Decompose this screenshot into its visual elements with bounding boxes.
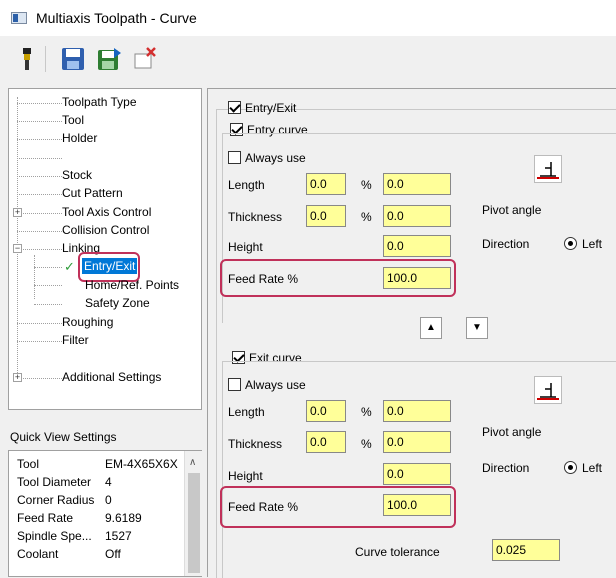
curve-tolerance-input[interactable]: 0.025 (492, 539, 560, 561)
tree-item-holder[interactable]: Holder (62, 131, 97, 145)
title-bar: Multiaxis Toolpath - Curve (0, 0, 616, 36)
entry-pivot-icon[interactable] (534, 155, 562, 183)
qv-value: 4 (105, 475, 112, 489)
tree-item-filter[interactable]: Filter (62, 333, 89, 347)
exit-length-input[interactable]: 0.0 (306, 400, 346, 422)
window-title: Multiaxis Toolpath - Curve (36, 10, 197, 26)
qv-label: Tool (17, 457, 40, 471)
window-icon (11, 12, 27, 24)
percent-label: % (361, 437, 372, 451)
exit-pivot-angle-label: Pivot angle (482, 425, 542, 439)
entry-always-use-label: Always use (245, 151, 306, 165)
exit-always-use-label: Always use (245, 378, 306, 392)
tree-item-home-ref-points[interactable]: Home/Ref. Points (85, 278, 179, 292)
toolbar-separator (45, 46, 46, 72)
exit-length-pct-input[interactable]: 0.0 (383, 400, 451, 422)
save-export-icon[interactable] (96, 46, 122, 72)
tree-item-safety-zone[interactable]: Safety Zone (85, 296, 150, 310)
qv-value: Off (105, 547, 121, 561)
entry-left-label: Left (582, 237, 603, 251)
exit-direction-label: Direction (482, 461, 530, 475)
entry-length-pct-input[interactable]: 0.0 (383, 173, 451, 195)
exit-thickness-pct-input[interactable]: 0.0 (383, 431, 451, 453)
entry-thickness-label: Thickness (228, 210, 283, 224)
tree-item-additional-settings[interactable]: Additional Settings (62, 370, 161, 384)
exit-height-label: Height (228, 469, 263, 483)
qv-value: 0 (105, 493, 112, 507)
settings-tree: + − + Toolpath Type Tool Holder Stock Cu… (8, 88, 202, 410)
qv-label: Corner Radius (17, 493, 95, 507)
tree-item-tool-axis-control[interactable]: Tool Axis Control (62, 205, 151, 219)
move-up-icon[interactable]: ▲ (420, 317, 442, 339)
percent-label: % (361, 210, 372, 224)
exit-pivot-icon[interactable] (534, 376, 562, 404)
qv-label: Coolant (17, 547, 59, 561)
curve-tolerance-label: Curve tolerance (355, 545, 440, 559)
exit-left-label: Left (582, 461, 603, 475)
check-icon: ✓ (64, 259, 75, 274)
entry-pivot-angle-label: Pivot angle (482, 203, 542, 217)
quickview-panel: Tool EM-4X65X6X Tool Diameter 4 Corner R… (8, 450, 202, 577)
expand-additional-settings-icon[interactable]: + (13, 373, 22, 382)
entry-thickness-pct-input[interactable]: 0.0 (383, 205, 451, 227)
exit-always-use-checkbox[interactable] (228, 378, 241, 391)
scroll-thumb[interactable] (188, 473, 200, 573)
tree-item-collision-control[interactable]: Collision Control (62, 223, 149, 237)
quickview-scrollbar[interactable]: ∧ (184, 451, 202, 576)
qv-label: Spindle Spe... (17, 529, 92, 543)
expand-tool-axis-control-icon[interactable]: + (13, 208, 22, 217)
exit-thickness-input[interactable]: 0.0 (306, 431, 346, 453)
tree-item-roughing[interactable]: Roughing (62, 315, 113, 329)
entry-length-label: Length (228, 178, 265, 192)
toolbar (0, 36, 616, 84)
entry-direction-label: Direction (482, 237, 530, 251)
exit-height-input[interactable]: 0.0 (383, 463, 451, 485)
entry-exit-checkbox[interactable] (228, 101, 241, 114)
entry-thickness-input[interactable]: 0.0 (306, 205, 346, 227)
entry-exit-panel: Entry/Exit Entry curve Always use Length… (207, 88, 616, 578)
exit-thickness-label: Thickness (228, 437, 283, 451)
tool-holder-icon[interactable] (14, 46, 40, 72)
tree-item-cut-pattern[interactable]: Cut Pattern (62, 186, 123, 200)
qv-label: Tool Diameter (17, 475, 92, 489)
percent-label: % (361, 178, 372, 192)
entry-always-use-checkbox[interactable] (228, 151, 241, 164)
entry-height-input[interactable]: 0.0 (383, 235, 451, 257)
quickview-title: Quick View Settings (10, 430, 117, 444)
qv-value: 9.6189 (105, 511, 142, 525)
collapse-linking-icon[interactable]: − (13, 244, 22, 253)
qv-value: EM-4X65X6X (105, 457, 178, 471)
tree-item-toolpath-type[interactable]: Toolpath Type (62, 95, 137, 109)
tree-item-tool[interactable]: Tool (62, 113, 84, 127)
scroll-up-icon[interactable]: ∧ (189, 457, 196, 468)
entry-feed-rate-highlight (220, 259, 456, 297)
entry-length-input[interactable]: 0.0 (306, 173, 346, 195)
exit-length-label: Length (228, 405, 265, 419)
delete-icon[interactable] (132, 46, 158, 72)
tree-item-stock[interactable]: Stock (62, 168, 92, 182)
percent-label: % (361, 405, 372, 419)
entry-height-label: Height (228, 240, 263, 254)
exit-feed-rate-highlight (220, 486, 456, 528)
entry-left-radio[interactable] (564, 237, 577, 250)
entry-exit-label: Entry/Exit (245, 101, 297, 115)
move-down-icon[interactable]: ▼ (466, 317, 488, 339)
qv-value: 1527 (105, 529, 132, 543)
exit-left-radio[interactable] (564, 461, 577, 474)
save-icon[interactable] (60, 46, 86, 72)
qv-label: Feed Rate (17, 511, 74, 525)
